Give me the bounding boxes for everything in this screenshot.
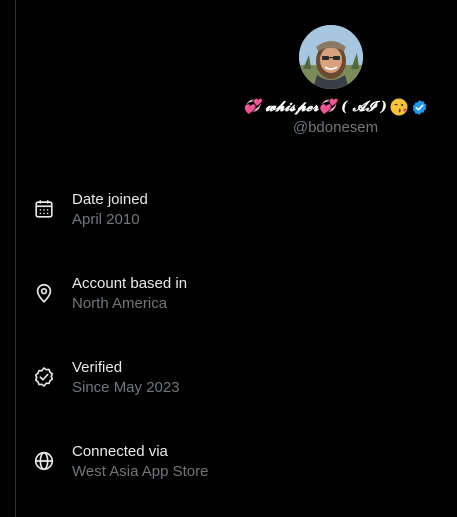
info-title: Date joined	[72, 191, 148, 208]
avatar[interactable]	[299, 25, 363, 89]
info-row-connected-via: Connected via West Asia App Store	[16, 420, 457, 504]
display-name: 💞 𝔀𝓱𝓲𝓼𝓹𝓮𝓻💞 ( 𝓐𝓘 )	[243, 99, 387, 115]
info-value: West Asia App Store	[72, 463, 209, 480]
info-title: Account based in	[72, 275, 188, 292]
location-pin-icon	[33, 282, 55, 304]
calendar-icon	[33, 198, 55, 220]
globe-icon	[33, 450, 55, 472]
info-row-verified: Verified Since May 2023	[16, 336, 457, 420]
kissing-wink-face-icon	[390, 98, 408, 116]
display-name-row: 💞 𝔀𝓱𝓲𝓼𝓹𝓮𝓻💞 ( 𝓐𝓘 )	[16, 96, 457, 118]
info-value: April 2010	[72, 211, 140, 228]
about-account-list: Date joined April 2010 Account based in …	[16, 168, 457, 504]
verified-badge-icon	[33, 366, 55, 388]
info-value: Since May 2023	[72, 379, 180, 396]
verified-badge-icon[interactable]	[411, 99, 428, 116]
info-value: North America	[72, 295, 168, 312]
avatar-image	[299, 25, 363, 89]
info-row-account-based-in: Account based in North America	[16, 252, 457, 336]
info-title: Connected via	[72, 443, 168, 460]
profile-header: 💞 𝔀𝓱𝓲𝓼𝓹𝓮𝓻💞 ( 𝓐𝓘 ) @bdonesem	[16, 0, 457, 150]
info-title: Verified	[72, 359, 123, 376]
info-row-date-joined: Date joined April 2010	[16, 168, 457, 252]
user-handle[interactable]: @bdonesem	[16, 119, 457, 136]
